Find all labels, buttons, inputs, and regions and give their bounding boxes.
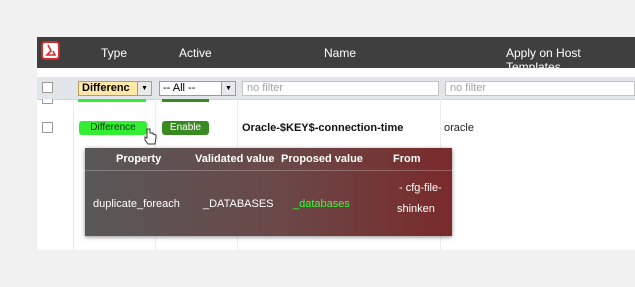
active-badge-partial [162, 99, 209, 102]
row-apply-on: oracle [444, 122, 474, 134]
table-row[interactable]: Difference Enable Oracle-$KEY$-connectio… [37, 117, 635, 139]
table-row-partial[interactable] [37, 99, 635, 107]
tooltip-proposed-value: _databases [293, 198, 350, 210]
chevron-down-icon: ▼ [137, 82, 151, 95]
tooltip-from-line2: shinken [397, 203, 435, 215]
filter-row: Differenc ▼ -- All -- ▼ no filter no fil… [37, 77, 635, 100]
row-checkbox[interactable] [42, 99, 53, 104]
tooltip-header-validated: Validated value [195, 153, 275, 165]
type-filter-select[interactable]: Differenc ▼ [78, 81, 152, 96]
tooltip-divider [85, 170, 452, 171]
row-checkbox[interactable] [42, 122, 53, 133]
logo-icon[interactable] [41, 41, 60, 60]
active-badge[interactable]: Enable [162, 121, 209, 135]
elements-table-panel: Type Active Name Apply on Host Templates… [37, 37, 635, 250]
apply-on-filter-input[interactable]: no filter [445, 81, 635, 96]
row-name[interactable]: Oracle-$KEY$-connection-time [242, 122, 403, 134]
hand-cursor-icon [144, 128, 157, 145]
active-filter-select[interactable]: -- All -- ▼ [159, 81, 236, 96]
tooltip-from-line1: - cfg-file- [399, 182, 442, 194]
chevron-down-icon: ▼ [221, 82, 235, 95]
column-divider [73, 99, 74, 250]
type-badge[interactable]: Difference [79, 121, 147, 135]
column-header-apply-on[interactable]: Apply on Host Templates [506, 46, 635, 74]
column-header-type[interactable]: Type [101, 46, 127, 60]
type-filter-value: Differenc [82, 82, 130, 94]
tooltip-validated-value: _DATABASES [203, 198, 274, 210]
active-filter-value: -- All -- [163, 82, 196, 94]
tooltip-header-property: Property [116, 153, 162, 165]
select-all-checkbox[interactable] [42, 82, 53, 93]
column-header-active[interactable]: Active [179, 46, 212, 60]
difference-tooltip: Property Validated value Proposed value … [85, 148, 452, 236]
tooltip-header-from: From [393, 153, 421, 165]
type-badge-partial [78, 99, 146, 102]
tooltip-header-proposed: Proposed value [281, 153, 363, 165]
name-filter-input[interactable]: no filter [242, 81, 439, 96]
table-header: Type Active Name Apply on Host Templates [37, 37, 635, 74]
tooltip-property: duplicate_foreach [93, 198, 180, 210]
column-header-name[interactable]: Name [324, 46, 356, 60]
